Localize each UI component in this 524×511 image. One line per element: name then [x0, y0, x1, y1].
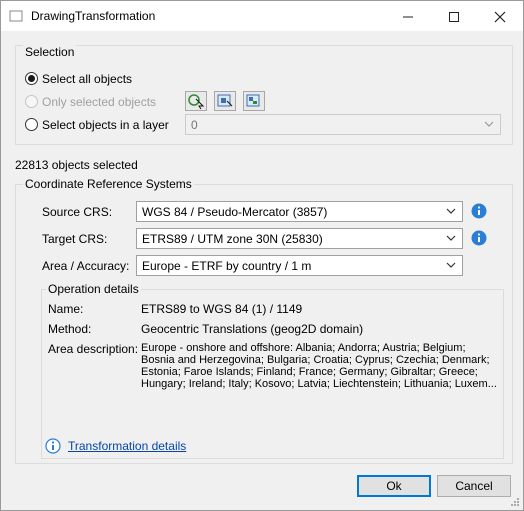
- window-title: DrawingTransformation: [31, 9, 156, 23]
- resize-grip-icon[interactable]: [510, 497, 520, 507]
- app-icon: [9, 10, 23, 22]
- info-icon: [45, 438, 61, 454]
- chevron-down-icon: [484, 121, 494, 127]
- minimize-button[interactable]: [385, 1, 431, 31]
- layer-dropdown[interactable]: 0: [185, 114, 501, 135]
- area-accuracy-dropdown[interactable]: Europe - ETRF by country / 1 m: [136, 255, 463, 276]
- source-crs-info-icon[interactable]: [471, 203, 487, 219]
- target-crs-info-icon[interactable]: [471, 230, 487, 246]
- only-selected-label[interactable]: Only selected objects: [42, 95, 156, 109]
- operation-method-value: Geocentric Translations (geog2D domain): [141, 322, 364, 336]
- area-description-label: Area description:: [48, 342, 139, 356]
- dialog-window: DrawingTransformation Selection Select a…: [0, 0, 524, 511]
- objects-selected-count: 22813 objects selected: [15, 158, 138, 172]
- crs-group-label: Coordinate Reference Systems: [23, 177, 194, 191]
- minimize-icon: [403, 16, 413, 18]
- operation-method-label: Method:: [48, 322, 92, 336]
- maximize-button[interactable]: [431, 1, 477, 31]
- select-in-layer-radio[interactable]: [25, 118, 38, 131]
- source-crs-value: WGS 84 / Pseudo-Mercator (3857): [142, 205, 328, 219]
- select-layer-objects-button[interactable]: [243, 91, 265, 111]
- area-accuracy-value: Europe - ETRF by country / 1 m: [142, 259, 312, 273]
- close-icon: [494, 11, 506, 23]
- select-all-radio[interactable]: [25, 72, 38, 85]
- operation-details-label: Operation details: [46, 282, 141, 296]
- pick-objects-button[interactable]: [185, 91, 207, 111]
- cancel-button[interactable]: Cancel: [437, 475, 511, 497]
- chevron-down-icon: [446, 235, 456, 241]
- select-layer-objects-icon: [246, 94, 260, 107]
- close-button[interactable]: [477, 1, 523, 31]
- source-crs-dropdown[interactable]: WGS 84 / Pseudo-Mercator (3857): [136, 201, 463, 222]
- target-crs-dropdown[interactable]: ETRS89 / UTM zone 30N (25830): [136, 228, 463, 249]
- operation-name-label: Name:: [48, 302, 84, 316]
- select-objects-icon: [217, 94, 233, 107]
- only-selected-radio[interactable]: [25, 95, 38, 108]
- select-objects-button[interactable]: [214, 91, 236, 111]
- target-crs-value: ETRS89 / UTM zone 30N (25830): [142, 232, 323, 246]
- layer-dropdown-value: 0: [191, 118, 198, 132]
- select-in-layer-label[interactable]: Select objects in a layer: [42, 118, 169, 132]
- maximize-icon: [449, 12, 459, 23]
- title-bar[interactable]: DrawingTransformation: [1, 1, 523, 31]
- area-accuracy-label: Area / Accuracy:: [42, 259, 130, 273]
- operation-name-value: ETRS89 to WGS 84 (1) / 1149: [141, 302, 303, 316]
- source-crs-label: Source CRS:: [42, 205, 113, 219]
- chevron-down-icon: [446, 208, 456, 214]
- select-all-label[interactable]: Select all objects: [42, 72, 132, 86]
- area-description-value: Europe - onshore and offshore: Albania; …: [141, 342, 497, 390]
- pick-objects-icon: [188, 94, 205, 110]
- target-crs-label: Target CRS:: [42, 232, 108, 246]
- transformation-details-link[interactable]: Transformation details: [68, 439, 186, 453]
- selection-group-label: Selection: [23, 45, 77, 59]
- ok-button[interactable]: Ok: [357, 475, 431, 497]
- chevron-down-icon: [446, 262, 456, 268]
